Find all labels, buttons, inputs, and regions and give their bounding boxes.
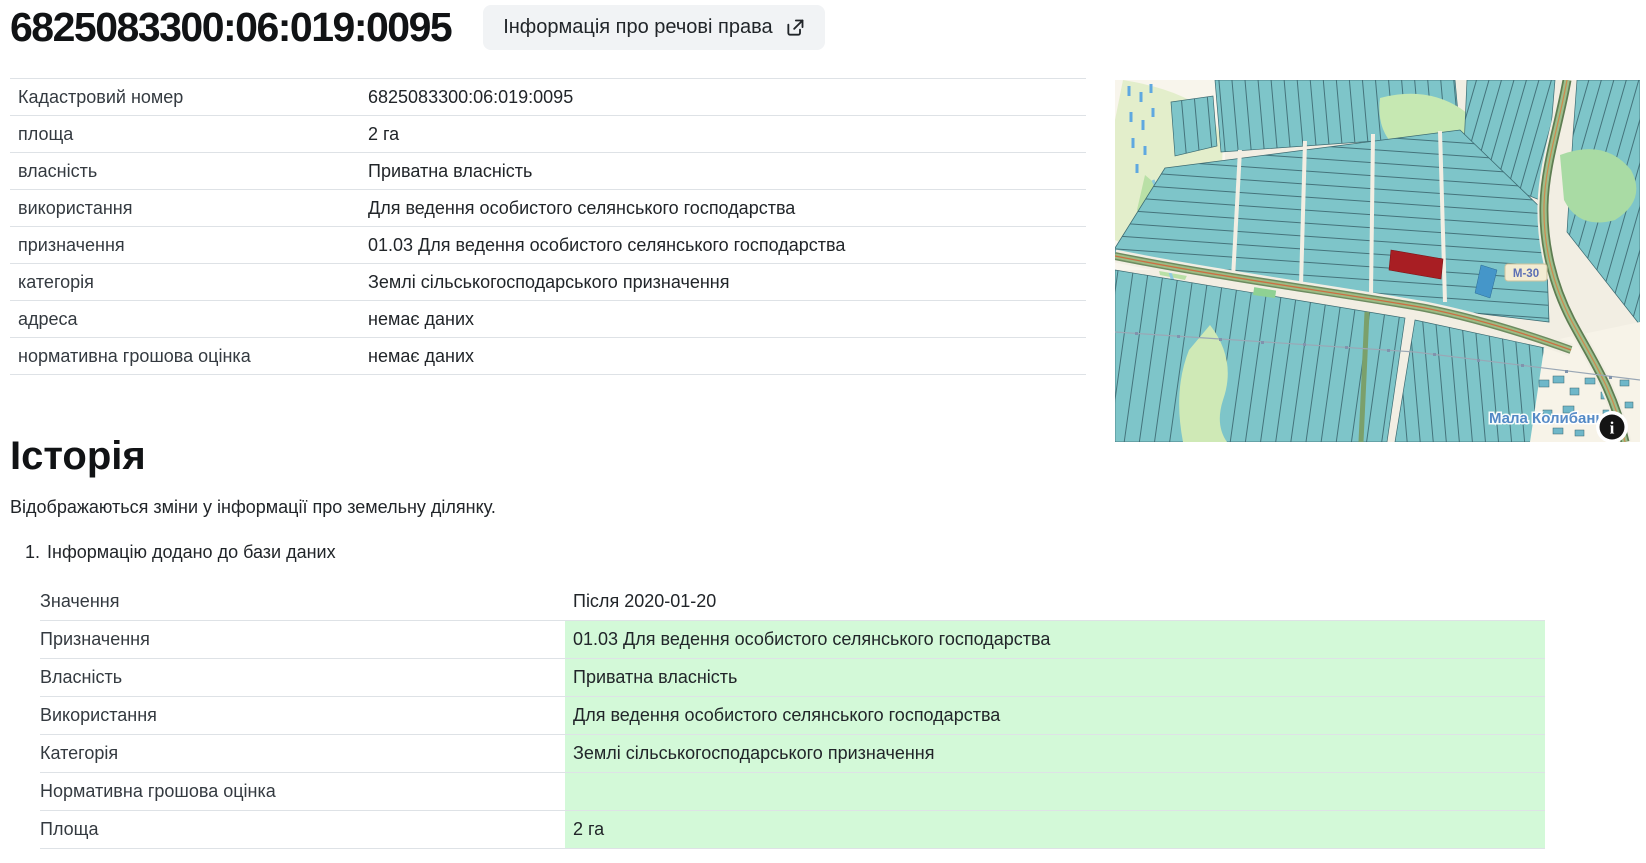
row-value: Землі сільськогосподарського призначення (565, 735, 1545, 772)
row-value: 01.03 Для ведення особистого селянського… (368, 235, 1086, 256)
table-row: Власність Приватна власність (40, 659, 1545, 697)
table-row: Призначення 01.03 Для ведення особистого… (40, 621, 1545, 659)
row-label: Площа (40, 811, 565, 848)
row-value: Після 2020-01-20 (565, 583, 1545, 620)
road-ref-badge: М-30 (1505, 264, 1547, 281)
history-entry-title: 1. Інформацію додано до бази даних (25, 542, 1646, 563)
row-label: призначення (10, 235, 368, 256)
table-row: призначення 01.03 Для ведення особистого… (10, 227, 1086, 264)
table-row: нормативна грошова оцінка немає даних (10, 338, 1086, 375)
village-label: Мала Колибань (1489, 410, 1605, 427)
details-table: Кадастровий номер 6825083300:06:019:0095… (10, 78, 1086, 375)
row-value: Приватна власність (368, 161, 1086, 182)
row-value: Для ведення особистого селянського госпо… (368, 198, 1086, 219)
table-row: категорія Землі сільськогосподарського п… (10, 264, 1086, 301)
row-label: Кадастровий номер (10, 87, 368, 108)
row-label: Нормативна грошова оцінка (40, 773, 565, 810)
svg-text:М-30: М-30 (1513, 268, 1539, 280)
row-value: 01.03 Для ведення особистого селянського… (565, 621, 1545, 658)
row-value: немає даних (368, 309, 1086, 330)
property-rights-button-label: Інформація про речові права (503, 16, 772, 39)
row-value: Для ведення особистого селянського госпо… (565, 697, 1545, 734)
row-label: власність (10, 161, 368, 182)
history-table: Значення Після 2020-01-20 Призначення 01… (40, 583, 1545, 849)
svg-text:i: i (1610, 419, 1615, 438)
row-label: Значення (40, 583, 565, 620)
page-header: 6825083300:06:019:0095 Інформація про ре… (0, 0, 1646, 50)
row-label: категорія (10, 272, 368, 293)
row-value: немає даних (368, 346, 1086, 367)
table-row: власність Приватна власність (10, 153, 1086, 190)
info-icon[interactable]: i (1596, 411, 1628, 442)
row-value (565, 773, 1545, 810)
row-label: Використання (40, 697, 565, 734)
row-label: нормативна грошова оцінка (10, 346, 368, 367)
table-row: адреса немає даних (10, 301, 1086, 338)
row-label: адреса (10, 309, 368, 330)
row-value: 2 га (565, 811, 1545, 848)
row-label: Призначення (40, 621, 565, 658)
page-title: 6825083300:06:019:0095 (10, 5, 451, 50)
row-label: площа (10, 124, 368, 145)
table-row: площа 2 га (10, 116, 1086, 153)
history-entry-label: Інформацію додано до бази даних (47, 542, 336, 563)
history-description: Відображаються зміни у інформації про зе… (10, 497, 1646, 518)
table-row: Кадастровий номер 6825083300:06:019:0095 (10, 79, 1086, 116)
row-label: Категорія (40, 735, 565, 772)
row-value: Приватна власність (565, 659, 1545, 696)
row-value: 2 га (368, 124, 1086, 145)
table-row: Використання Для ведення особистого селя… (40, 697, 1545, 735)
cadastral-map[interactable]: М-30 Мала Колибань i (1115, 80, 1640, 442)
property-rights-button[interactable]: Інформація про речові права (483, 5, 824, 50)
table-row: Значення Після 2020-01-20 (40, 583, 1545, 621)
history-entry-index: 1. (25, 542, 40, 563)
row-value: Землі сільськогосподарського призначення (368, 272, 1086, 293)
map-parcel-block (1171, 96, 1217, 156)
row-label: використання (10, 198, 368, 219)
external-link-icon (785, 18, 805, 38)
row-value: 6825083300:06:019:0095 (368, 87, 1086, 108)
table-row: Площа 2 га (40, 811, 1545, 849)
row-label: Власність (40, 659, 565, 696)
table-row: Нормативна грошова оцінка (40, 773, 1545, 811)
table-row: Категорія Землі сільськогосподарського п… (40, 735, 1545, 773)
table-row: використання Для ведення особистого селя… (10, 190, 1086, 227)
